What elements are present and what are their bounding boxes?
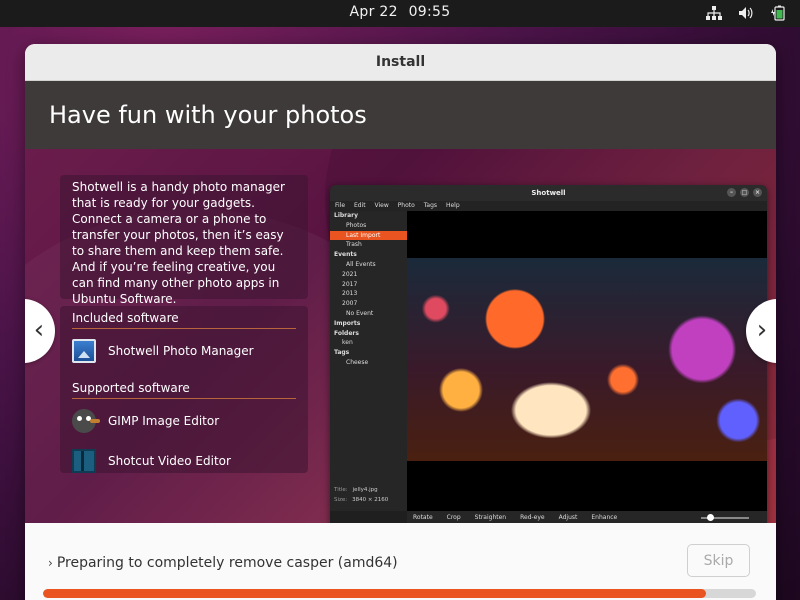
menu-file: File bbox=[335, 202, 346, 209]
slideshow: Shotwell is a handy photo manager that i… bbox=[25, 149, 776, 523]
shotwell-menubar: File Edit View Photo Tags Help bbox=[330, 201, 767, 211]
title-value: jelly4.jpg bbox=[352, 487, 378, 493]
menu-tags: Tags bbox=[423, 202, 438, 209]
menu-help: Help bbox=[445, 202, 460, 209]
size-value: 3840 × 2160 bbox=[352, 497, 389, 503]
sidebar-all-events: All Events bbox=[346, 260, 376, 268]
sidebar-2021: 2021 bbox=[342, 270, 358, 278]
clock[interactable]: Apr 22 09:55 bbox=[0, 4, 800, 20]
install-footer: › Preparing to completely remove casper (… bbox=[25, 523, 776, 600]
sidebar-last-import: Last Import bbox=[330, 230, 407, 241]
photo-viewer bbox=[407, 211, 767, 511]
tool-crop: Crop bbox=[446, 514, 461, 521]
close-icon: × bbox=[753, 188, 762, 197]
date-label: Apr 22 bbox=[349, 4, 398, 20]
window-title: Install bbox=[25, 44, 776, 81]
shotcut-icon bbox=[72, 449, 96, 473]
included-software-title: Included software bbox=[72, 311, 296, 329]
sidebar-2017: 2017 bbox=[342, 280, 358, 288]
slide-description: Shotwell is a handy photo manager that i… bbox=[72, 180, 285, 306]
shotwell-icon bbox=[72, 339, 96, 363]
size-label: Size: bbox=[334, 497, 348, 503]
supported-software-title: Supported software bbox=[72, 381, 296, 399]
progress-bar bbox=[43, 589, 756, 598]
app-label: Shotcut Video Editor bbox=[108, 454, 231, 468]
sidebar-2013: 2013 bbox=[342, 290, 358, 298]
supported-app-shotcut: Shotcut Video Editor bbox=[72, 443, 296, 479]
sidebar-2007: 2007 bbox=[342, 300, 358, 308]
slide-description-panel: Shotwell is a handy photo manager that i… bbox=[60, 175, 308, 306]
software-panel: Included software Shotwell Photo Manager… bbox=[60, 306, 308, 473]
tool-enhance: Enhance bbox=[591, 514, 618, 521]
supported-app-gimp: GIMP Image Editor bbox=[72, 403, 296, 439]
sidebar-photos: Photos bbox=[346, 221, 367, 229]
battery-charging-icon bbox=[770, 5, 786, 21]
zoom-slider bbox=[701, 514, 749, 521]
minimize-icon: – bbox=[727, 188, 736, 197]
chevron-left-icon: ‹ bbox=[33, 315, 45, 345]
chevron-right-icon: › bbox=[48, 556, 53, 570]
tool-red-eye: Red-eye bbox=[520, 514, 545, 521]
sidebar-events: Events bbox=[334, 251, 357, 259]
time-label: 09:55 bbox=[408, 4, 451, 20]
included-app-shotwell: Shotwell Photo Manager bbox=[72, 333, 296, 369]
sidebar-trash: Trash bbox=[346, 241, 362, 249]
menu-photo: Photo bbox=[397, 202, 415, 209]
progress-fill bbox=[43, 589, 707, 598]
sidebar-imports: Imports bbox=[334, 319, 361, 327]
tool-adjust: Adjust bbox=[558, 514, 578, 521]
gimp-icon bbox=[72, 409, 100, 433]
sidebar-library: Library bbox=[334, 212, 359, 219]
top-bar: Apr 22 09:55 bbox=[0, 0, 800, 27]
app-label: Shotwell Photo Manager bbox=[108, 344, 254, 358]
network-icon bbox=[706, 6, 722, 20]
skip-button[interactable]: Skip bbox=[687, 544, 750, 577]
status-expander[interactable]: › Preparing to completely remove casper (… bbox=[48, 555, 398, 571]
shotwell-screenshot: Shotwell – □ × File Edit View Photo Tags… bbox=[330, 185, 767, 523]
menu-view: View bbox=[374, 202, 389, 209]
chevron-right-icon: › bbox=[756, 315, 768, 345]
sidebar-ken: ken bbox=[342, 339, 353, 347]
sidebar-folders: Folders bbox=[334, 329, 359, 337]
slide-heading: Have fun with your photos bbox=[25, 81, 776, 149]
shotwell-titlebar: Shotwell – □ × bbox=[330, 185, 767, 201]
shotwell-sidebar: Library Photos Last Import Trash Events … bbox=[330, 211, 407, 511]
sidebar-no-event: No Event bbox=[346, 309, 374, 317]
tool-rotate: Rotate bbox=[413, 514, 433, 521]
sidebar-tags: Tags bbox=[334, 349, 350, 357]
tool-straighten: Straighten bbox=[474, 514, 507, 521]
maximize-icon: □ bbox=[740, 188, 749, 197]
jellyfish-photo bbox=[407, 258, 767, 461]
menu-edit: Edit bbox=[353, 202, 366, 209]
shotwell-title: Shotwell bbox=[531, 189, 566, 197]
title-label: Title: bbox=[334, 487, 348, 493]
volume-icon bbox=[738, 6, 754, 20]
status-text: Preparing to completely remove casper (a… bbox=[56, 555, 398, 571]
sidebar-cheese: Cheese bbox=[346, 358, 369, 366]
system-tray[interactable] bbox=[706, 5, 786, 21]
app-label: GIMP Image Editor bbox=[108, 414, 220, 428]
photo-metadata: Title: jelly4.jpg Size: 3840 × 2160 bbox=[334, 485, 388, 505]
installer-window: Install Have fun with your photos Shotwe… bbox=[25, 44, 776, 600]
